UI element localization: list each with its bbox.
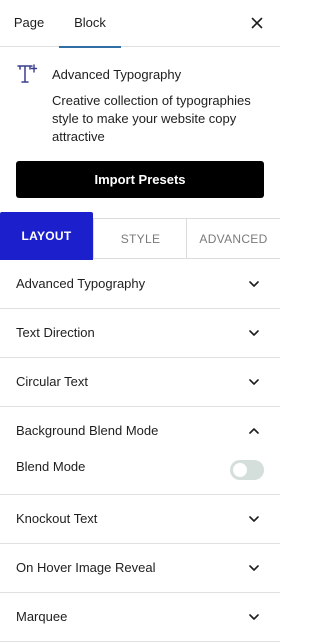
close-icon bbox=[251, 17, 263, 29]
blend-mode-label: Blend Mode bbox=[16, 459, 86, 474]
section-label: Knockout Text bbox=[16, 511, 98, 526]
section-label: Marquee bbox=[16, 609, 68, 624]
section-label: Circular Text bbox=[16, 374, 89, 389]
block-inspector-panel: Page Block Advanced Typography Creative … bbox=[0, 0, 280, 642]
tab-page[interactable]: Page bbox=[0, 0, 58, 47]
section-label: Advanced Typography bbox=[16, 276, 146, 291]
section-circular-text[interactable]: Circular Text bbox=[0, 358, 280, 407]
toggle-knob bbox=[233, 463, 247, 477]
block-title: Advanced Typography bbox=[52, 67, 182, 82]
section-on-hover-image-reveal[interactable]: On Hover Image Reveal bbox=[0, 544, 280, 593]
close-button[interactable] bbox=[246, 12, 268, 34]
chevron-down-icon bbox=[249, 330, 259, 336]
section-marquee[interactable]: Marquee bbox=[0, 593, 280, 642]
section-text-direction[interactable]: Text Direction bbox=[0, 309, 280, 358]
section-background-blend-mode[interactable]: Background Blend Mode bbox=[0, 407, 280, 456]
import-presets-button[interactable]: Import Presets bbox=[16, 161, 264, 198]
blend-mode-toggle[interactable] bbox=[230, 460, 264, 480]
advanced-typography-icon bbox=[16, 62, 40, 86]
chevron-up-icon bbox=[249, 428, 259, 434]
tab-advanced[interactable]: ADVANCED bbox=[186, 218, 280, 259]
tab-style[interactable]: STYLE bbox=[93, 218, 187, 259]
chevron-down-icon bbox=[249, 281, 259, 287]
block-description: Creative collection of typographies styl… bbox=[52, 93, 251, 144]
inspector-tab-bar: Page Block bbox=[0, 0, 280, 48]
tab-layout[interactable]: LAYOUT bbox=[0, 212, 93, 260]
section-label: Text Direction bbox=[16, 325, 95, 340]
section-knockout-text[interactable]: Knockout Text bbox=[0, 495, 280, 544]
chevron-down-icon bbox=[249, 565, 259, 571]
tab-block[interactable]: Block bbox=[59, 0, 121, 48]
section-label: On Hover Image Reveal bbox=[16, 560, 156, 575]
section-advanced-typography[interactable]: Advanced Typography bbox=[0, 260, 280, 309]
chevron-down-icon bbox=[249, 379, 259, 385]
section-label: Background Blend Mode bbox=[16, 423, 159, 438]
chevron-down-icon bbox=[249, 614, 259, 620]
chevron-down-icon bbox=[249, 516, 259, 522]
settings-tabs: LAYOUT STYLE ADVANCED bbox=[0, 212, 280, 260]
